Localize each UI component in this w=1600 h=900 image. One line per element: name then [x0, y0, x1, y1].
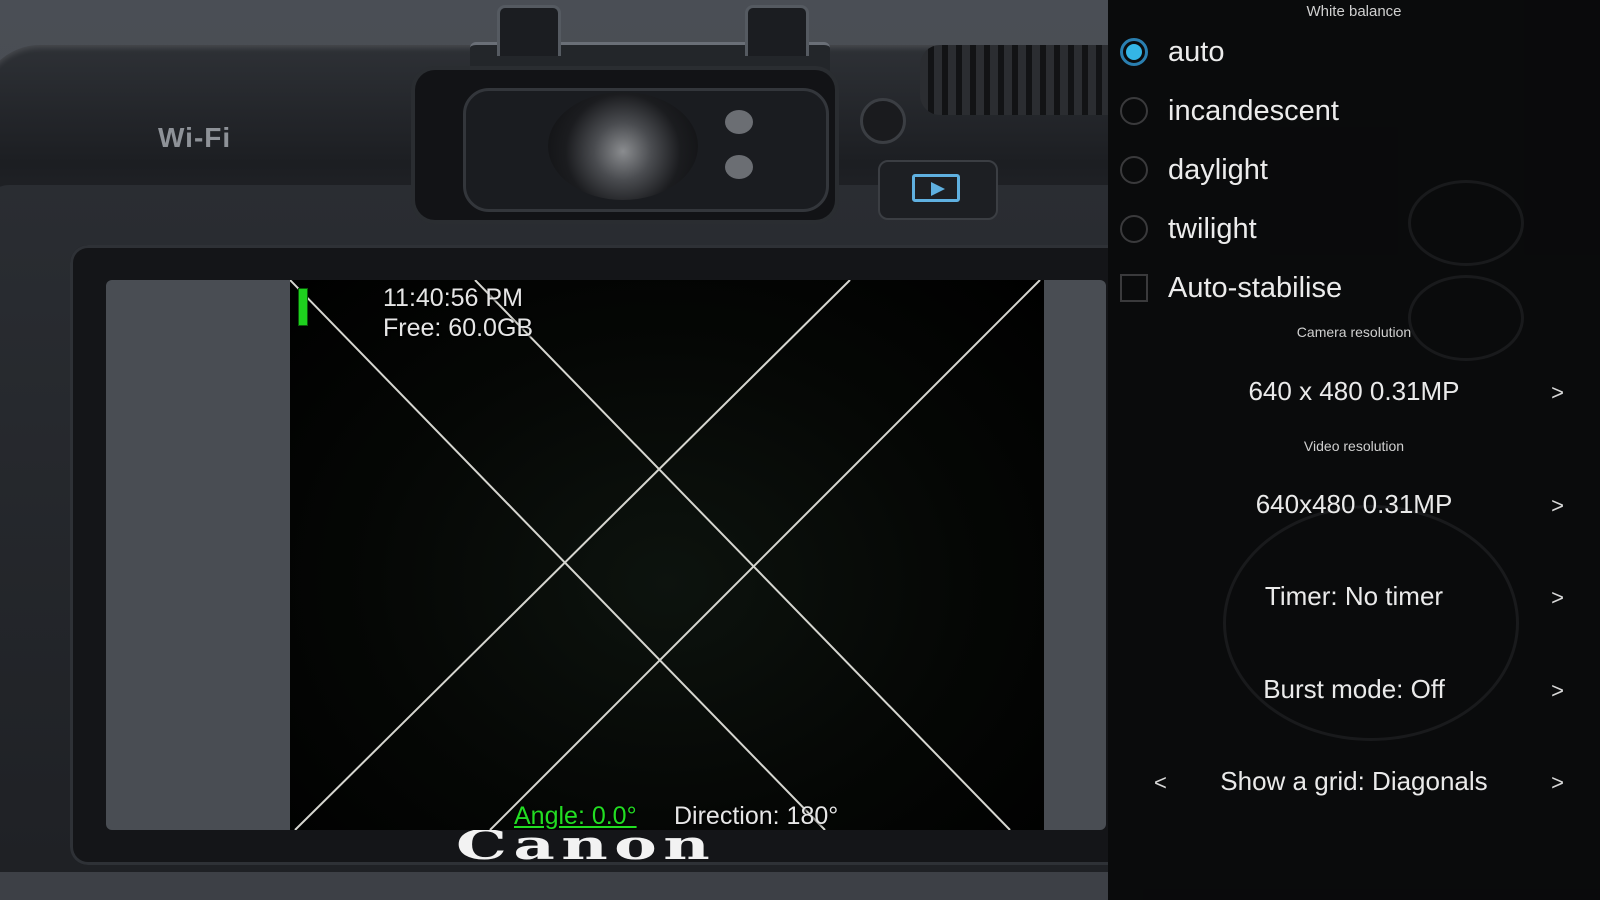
angle-text: Angle: 0.0°: [514, 802, 637, 830]
grid-diagonal-2: [474, 280, 1011, 830]
video-resolution-selector[interactable]: 640x480 0.31MP >: [1108, 475, 1600, 535]
level-indicator: [298, 288, 308, 326]
auto-stabilise-label: Auto-stabilise: [1168, 271, 1343, 304]
radio-icon[interactable]: [1120, 215, 1148, 243]
wb-option-label: incandescent: [1168, 94, 1339, 127]
wb-option-label: twilight: [1168, 212, 1257, 245]
video-resolution-header: Video resolution: [1303, 438, 1405, 454]
eye-sensor-bottom: [725, 155, 753, 179]
burst-mode-selector[interactable]: Burst mode: Off >: [1108, 660, 1600, 720]
auto-stabilise-toggle[interactable]: Auto-stabilise: [1120, 261, 1590, 315]
timer-selector[interactable]: Timer: No timer >: [1108, 567, 1600, 627]
hot-shoe-left: [497, 5, 561, 56]
video-resolution-value: 640x480 0.31MP: [1255, 489, 1453, 519]
chevron-right-icon[interactable]: >: [1551, 678, 1564, 704]
chevron-right-icon[interactable]: >: [1551, 770, 1564, 796]
diopter-knob: [860, 98, 906, 144]
play-icon: [912, 174, 960, 202]
viewfinder-eyepiece: [548, 92, 698, 200]
camera-preview[interactable]: 11:40:56 PM Free: 60.0GB Angle: 0.0° Dir…: [290, 280, 1044, 830]
wb-option-label: daylight: [1168, 153, 1268, 186]
checkbox-icon[interactable]: [1120, 274, 1148, 302]
hot-shoe-right: [745, 5, 809, 56]
clock-text: 11:40:56 PM: [383, 284, 523, 312]
radio-icon[interactable]: [1120, 156, 1148, 184]
eye-sensor-top: [725, 110, 753, 134]
camera-bottom-edge: [0, 872, 1108, 900]
chevron-right-icon[interactable]: >: [1551, 585, 1564, 611]
direction-text: Direction: 180°: [674, 802, 839, 830]
settings-panel[interactable]: White balance auto incandescent daylight…: [1108, 0, 1600, 900]
grid-overlay: [290, 280, 1041, 830]
mode-dial: [920, 45, 1108, 115]
burst-mode-value: Burst mode: Off: [1263, 674, 1445, 704]
wb-option-auto[interactable]: auto: [1120, 25, 1590, 79]
grid-selector[interactable]: < Show a grid: Diagonals >: [1108, 752, 1600, 812]
grid-value: Show a grid: Diagonals: [1220, 766, 1488, 796]
camera-resolution-value: 640 x 480 0.31MP: [1248, 376, 1460, 406]
radio-icon[interactable]: [1120, 97, 1148, 125]
white-balance-header: White balance: [1306, 3, 1402, 20]
wifi-label: Wi-Fi: [158, 122, 232, 153]
radio-selected-icon[interactable]: [1120, 38, 1148, 66]
wb-option-incandescent[interactable]: incandescent: [1120, 84, 1590, 138]
chevron-right-icon[interactable]: >: [1551, 493, 1564, 519]
wb-option-daylight[interactable]: daylight: [1120, 143, 1590, 197]
camera-resolution-header: Camera resolution: [1296, 324, 1412, 340]
wb-option-label: auto: [1168, 35, 1225, 68]
free-storage-text: Free: 60.0GB: [383, 314, 534, 342]
grid-diagonal-1: [290, 280, 826, 830]
timer-value: Timer: No timer: [1264, 581, 1444, 611]
camera-resolution-selector[interactable]: 640 x 480 0.31MP >: [1108, 362, 1600, 422]
wb-option-twilight[interactable]: twilight: [1120, 202, 1590, 256]
chevron-right-icon[interactable]: >: [1551, 380, 1564, 406]
